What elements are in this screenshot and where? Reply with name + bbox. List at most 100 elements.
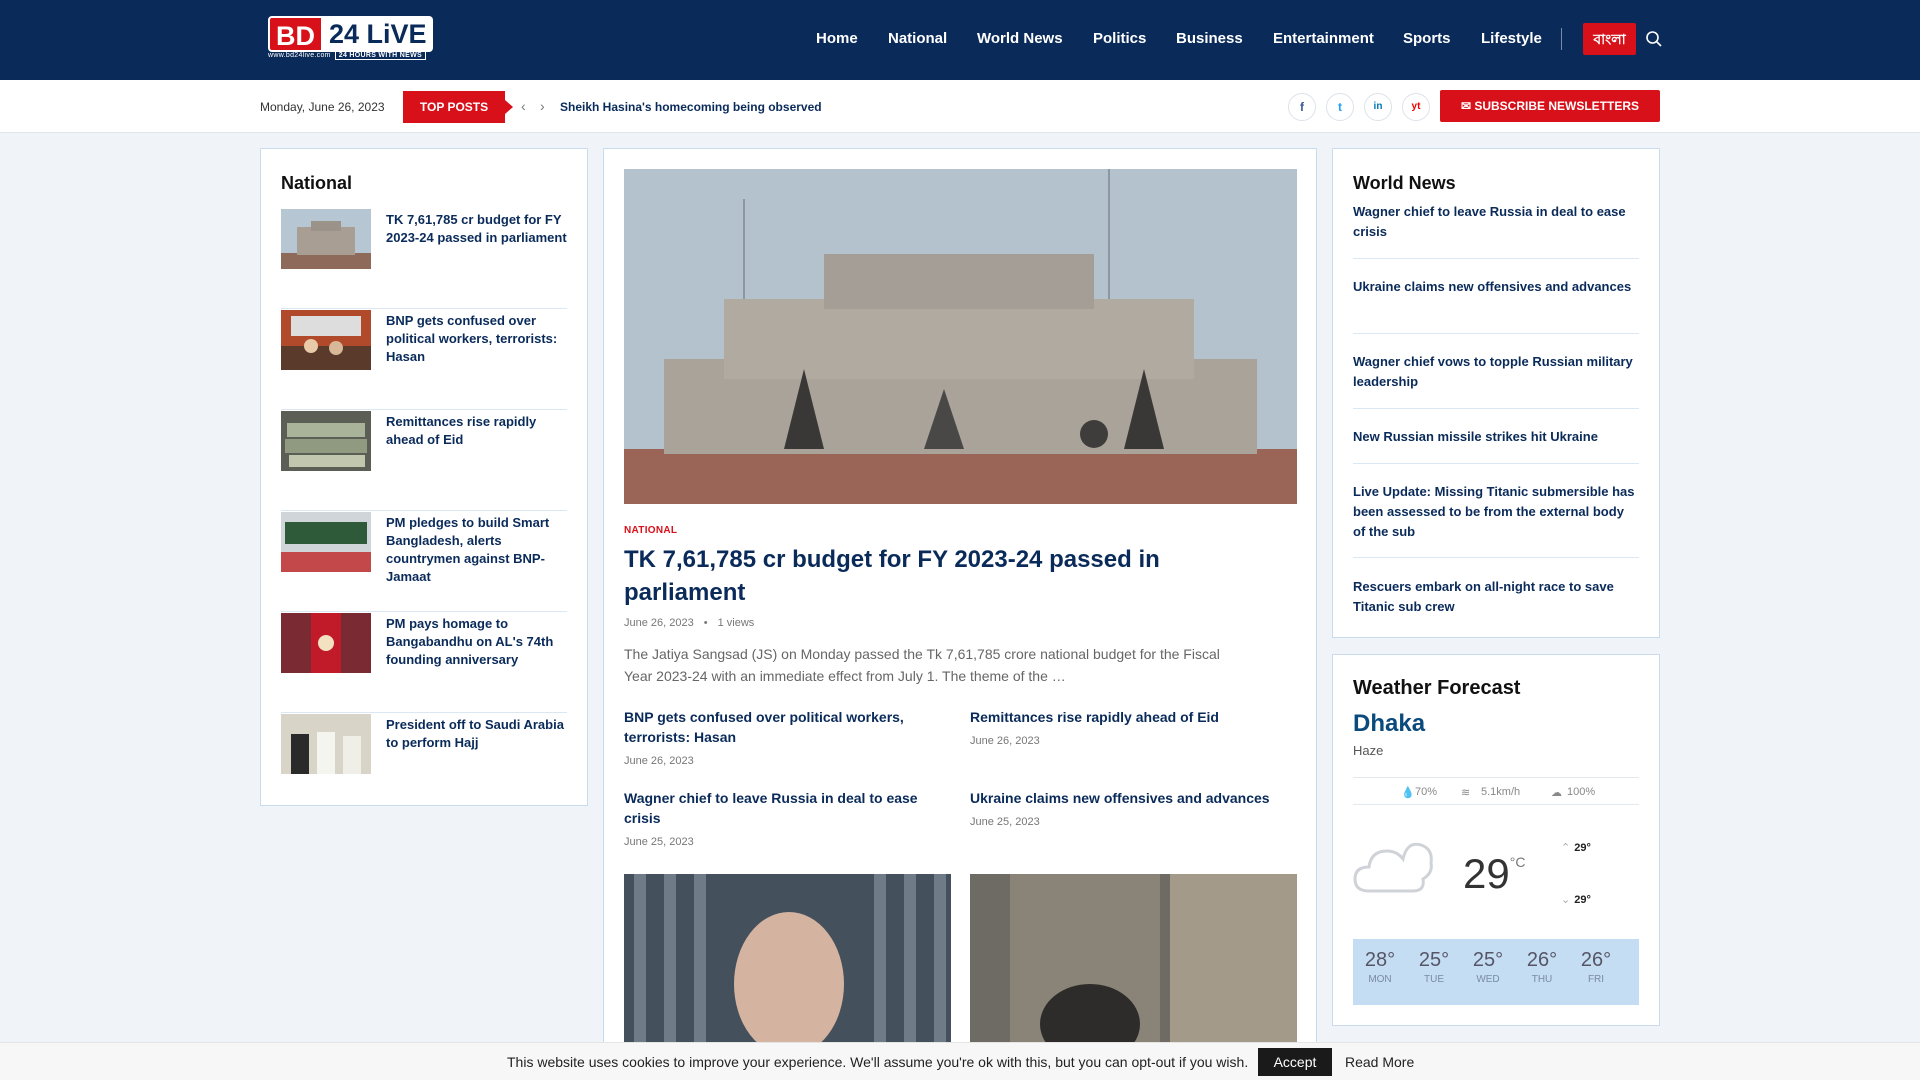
world-news-item[interactable]: Ukraine claims new offensives and advanc… — [1353, 277, 1639, 334]
president-thumbnail — [281, 714, 371, 774]
national-heading: National — [281, 173, 353, 193]
sub-header: Monday, June 26, 2023 TOP POSTS ‹ › Shei… — [0, 80, 1920, 133]
national-item-title[interactable]: BNP gets confused over political workers… — [386, 312, 568, 366]
nav-politics[interactable]: Politics — [1093, 30, 1146, 47]
cloud-icon — [1353, 842, 1433, 893]
sub-article[interactable]: Wagner chief to leave Russia in deal to … — [624, 788, 954, 848]
temp-low: ⌄ 29° — [1561, 893, 1591, 906]
ticker-headline[interactable]: Sheikh Hasina's homecoming being observe… — [560, 100, 822, 114]
clouds-value: 100% — [1567, 786, 1596, 798]
temp-unit: °C — [1509, 854, 1526, 870]
sub-article-date: June 26, 2023 — [970, 735, 1040, 747]
world-news-item[interactable]: New Russian missile strikes hit Ukraine — [1353, 427, 1639, 464]
sub-article-date: June 25, 2023 — [970, 816, 1040, 828]
national-item[interactable]: PM pays homage to Bangabandhu on AL's 74… — [281, 613, 567, 713]
weather-condition: Haze — [1353, 743, 1384, 758]
sub-article[interactable]: BNP gets confused over political workers… — [624, 707, 954, 767]
sub-article-title[interactable]: BNP gets confused over political workers… — [624, 707, 954, 747]
homage-thumbnail — [281, 613, 371, 673]
forecast-temp: 28° — [1364, 949, 1396, 971]
ticker-next-icon[interactable]: › — [540, 98, 545, 114]
search-icon[interactable] — [1645, 30, 1663, 48]
current-date: Monday, June 26, 2023 — [260, 100, 385, 114]
facebook-icon[interactable]: f — [1288, 93, 1316, 121]
featured-image[interactable] — [624, 169, 1297, 504]
featured-category[interactable]: NATIONAL — [624, 525, 677, 536]
parliament-thumbnail — [281, 209, 371, 269]
national-item[interactable]: President off to Saudi Arabia to perform… — [281, 714, 567, 814]
featured-views: 1 views — [717, 617, 755, 629]
forecast-dayname: TUE — [1424, 974, 1444, 985]
cookie-accept-button[interactable]: Accept — [1258, 1048, 1332, 1076]
cookie-read-more-link[interactable]: Read More — [1345, 1054, 1414, 1070]
national-item[interactable]: TK 7,61,785 cr budget for FY 2023-24 pas… — [281, 209, 567, 309]
sub-article-title[interactable]: Remittances rise rapidly ahead of Eid — [970, 707, 1300, 727]
world-news-item[interactable]: Wagner chief vows to topple Russian mili… — [1353, 352, 1639, 409]
sub-article-date: June 25, 2023 — [624, 836, 694, 848]
national-item-title[interactable]: PM pledges to build Smart Bangladesh, al… — [386, 514, 568, 586]
featured-section: NATIONAL TK 7,61,785 cr budget for FY 20… — [603, 148, 1317, 1080]
linkedin-icon[interactable]: in — [1364, 93, 1392, 121]
featured-title[interactable]: TK 7,61,785 cr budget for FY 2023-24 pas… — [624, 543, 1224, 609]
high-arrow-icon: ⌃ — [1561, 842, 1571, 854]
current-temp-value: 29 — [1463, 850, 1510, 897]
nav-business[interactable]: Business — [1176, 30, 1243, 47]
world-news-item[interactable]: Live Update: Missing Titanic submersible… — [1353, 482, 1639, 558]
world-news-item[interactable]: Wagner chief to leave Russia in deal to … — [1353, 202, 1639, 259]
sub-article[interactable]: Remittances rise rapidly ahead of Eid Ju… — [970, 707, 1300, 747]
top-posts-label: TOP POSTS — [403, 91, 513, 123]
nav-national[interactable]: National — [888, 30, 947, 47]
sub-article[interactable]: Ukraine claims new offensives and advanc… — [970, 788, 1300, 828]
money-thumbnail — [281, 411, 371, 471]
nav-world-news[interactable]: World News — [977, 30, 1063, 47]
forecast-temp: 25° — [1418, 949, 1450, 971]
language-button[interactable]: বাংলা — [1583, 23, 1636, 55]
press-conference-thumbnail — [281, 310, 371, 370]
humidity-icon: 💧 — [1401, 787, 1415, 799]
forecast-temp: 26° — [1526, 949, 1558, 971]
national-item[interactable]: Remittances rise rapidly ahead of Eid — [281, 411, 567, 511]
youtube-icon[interactable]: yt — [1402, 93, 1430, 121]
ticker-prev-icon[interactable]: ‹ — [521, 98, 526, 114]
temp-low-value: 29° — [1574, 894, 1591, 906]
forecast-day: 28° MON — [1353, 949, 1407, 985]
world-news-item[interactable]: Rescuers embark on all-night race to sav… — [1353, 577, 1639, 617]
forecast-day: 26° FRI — [1569, 949, 1623, 985]
forecast-day: 26° THU — [1515, 949, 1569, 985]
nav-home[interactable]: Home — [816, 30, 858, 47]
national-item-title[interactable]: President off to Saudi Arabia to perform… — [386, 716, 568, 752]
nav-entertainment[interactable]: Entertainment — [1273, 30, 1374, 47]
sub-article-title[interactable]: Wagner chief to leave Russia in deal to … — [624, 788, 954, 828]
world-news-heading: World News — [1353, 173, 1456, 193]
national-item[interactable]: PM pledges to build Smart Bangladesh, al… — [281, 512, 567, 612]
temp-high-value: 29° — [1574, 842, 1591, 854]
current-temperature: 29°C — [1463, 850, 1525, 898]
forecast-temp: 26° — [1580, 949, 1612, 971]
forecast-temp: 25° — [1472, 949, 1504, 971]
cookie-message: This website uses cookies to improve you… — [507, 1054, 1249, 1070]
nav-sports[interactable]: Sports — [1403, 30, 1451, 47]
national-item-title[interactable]: TK 7,61,785 cr budget for FY 2023-24 pas… — [386, 211, 568, 247]
nav-divider — [1561, 28, 1562, 50]
weekly-forecast: 28° MON 25° TUE 25° WED 26° THU 26° FRI — [1353, 939, 1639, 1005]
national-item[interactable]: BNP gets confused over political workers… — [281, 310, 567, 410]
temp-high: ⌃ 29° — [1561, 841, 1591, 854]
featured-date: June 26, 2023 — [624, 617, 694, 629]
national-item-title[interactable]: Remittances rise rapidly ahead of Eid — [386, 413, 568, 449]
low-arrow-icon: ⌄ — [1561, 894, 1571, 906]
weather-heading: Weather Forecast — [1353, 677, 1521, 699]
weather-city: Dhaka — [1353, 710, 1426, 737]
national-item-title[interactable]: PM pays homage to Bangabandhu on AL's 74… — [386, 615, 568, 669]
wind-value: 5.1km/h — [1481, 786, 1521, 798]
site-header: BD 24 LiVE www.bd24live.com 24 HOURS WITH… — [0, 0, 1920, 80]
sub-article-title[interactable]: Ukraine claims new offensives and advanc… — [970, 788, 1300, 808]
clouds-icon: ☁ — [1551, 787, 1562, 799]
weather-stats: 💧 70% ≋ 5.1km/h ☁ 100% — [1353, 777, 1639, 805]
nav-lifestyle[interactable]: Lifestyle — [1481, 30, 1542, 47]
twitter-icon[interactable]: t — [1326, 93, 1354, 121]
subscribe-newsletter-button[interactable]: ✉ SUBSCRIBE NEWSLETTERS — [1440, 90, 1660, 122]
forecast-day: 25° WED — [1461, 949, 1515, 985]
forecast-dayname: MON — [1368, 974, 1392, 985]
weather-widget: Weather Forecast Dhaka Haze 💧 70% ≋ 5.1k… — [1332, 654, 1660, 1026]
forecast-dayname: WED — [1476, 974, 1500, 985]
